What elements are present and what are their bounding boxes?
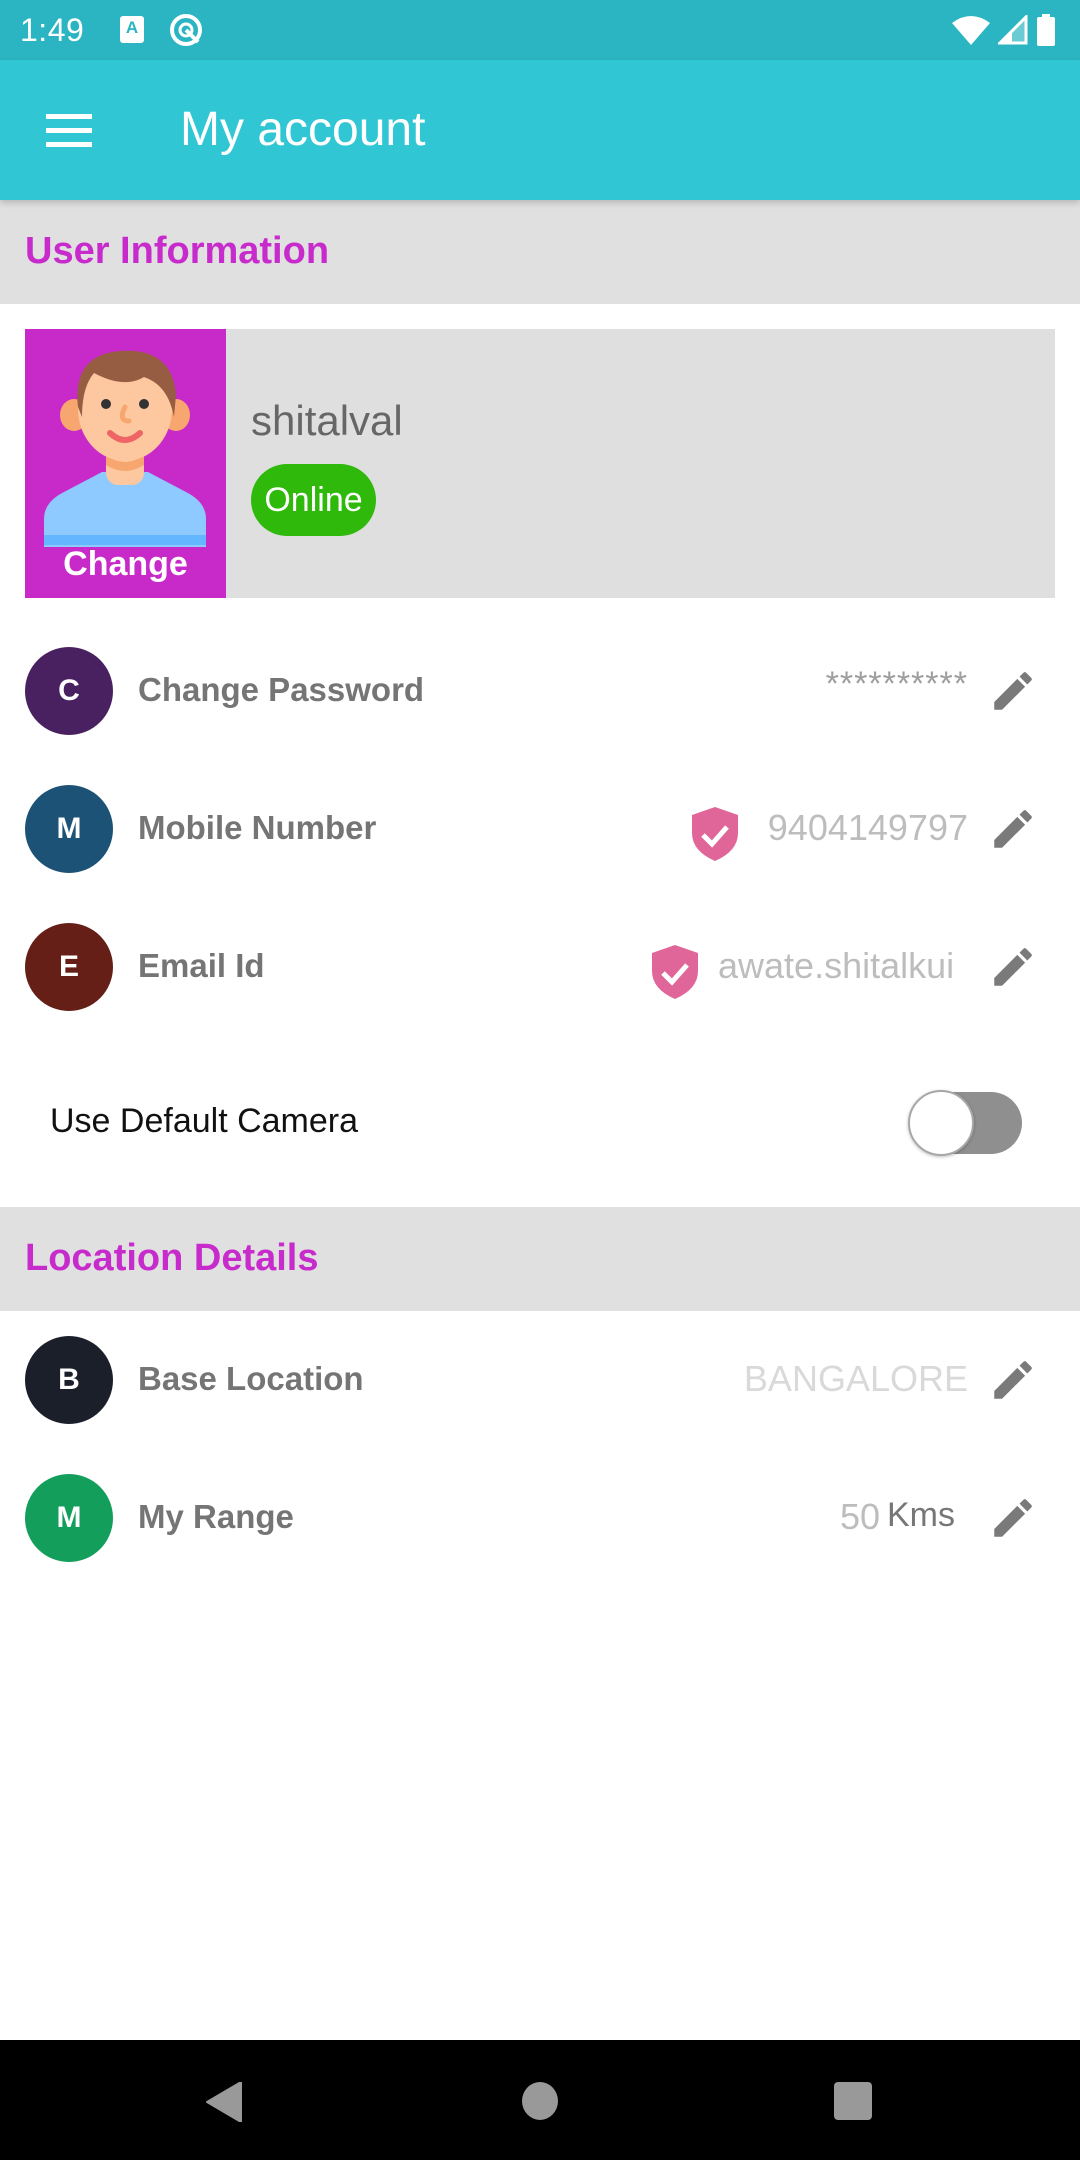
row-label: Base Location <box>138 1360 364 1397</box>
mobile-number-row[interactable]: M Mobile Number 9404149797 <box>0 779 1080 879</box>
status-right-icons <box>952 12 1056 48</box>
back-icon[interactable] <box>205 2082 243 2122</box>
profile-card: Change shitalval Online <box>25 329 1055 598</box>
initial-avatar: E <box>25 923 113 1011</box>
accessibility-a-icon: A <box>120 16 144 43</box>
hamburger-menu-icon[interactable] <box>36 104 92 156</box>
status-time: 1:49 <box>20 12 85 48</box>
pencil-edit-icon[interactable] <box>988 1493 1038 1543</box>
wifi-icon <box>952 16 990 45</box>
section-title: Location Details <box>25 1237 319 1279</box>
row-label: Change Password <box>138 671 425 708</box>
default-camera-label: Use Default Camera <box>50 1102 359 1140</box>
default-camera-row: Use Default Camera <box>0 1080 1080 1170</box>
base-location-row[interactable]: B Base Location BANGALORE <box>0 1330 1080 1430</box>
row-label: My Range <box>138 1498 294 1535</box>
cell-signal-icon <box>998 15 1028 45</box>
initial-avatar: B <box>25 1336 113 1424</box>
q-logo-icon <box>170 14 202 46</box>
base-location-value: BANGALORE <box>743 1358 968 1399</box>
row-label: Mobile Number <box>138 809 377 846</box>
user-information-header: User Information <box>0 200 1080 304</box>
toggle-thumb <box>908 1090 974 1156</box>
status-bar: 1:49 A <box>0 0 1080 60</box>
pencil-edit-icon[interactable] <box>988 666 1038 716</box>
pencil-edit-icon[interactable] <box>988 1355 1038 1405</box>
section-title: User Information <box>25 230 330 272</box>
home-icon[interactable] <box>522 2082 558 2120</box>
location-details-header: Location Details <box>0 1207 1080 1311</box>
username: shitalval <box>251 397 403 444</box>
email-value: awate.shitalkui <box>718 945 955 986</box>
initial-avatar: M <box>25 1474 113 1562</box>
verified-shield-icon <box>652 945 698 999</box>
initial-avatar: C <box>25 647 113 735</box>
pencil-edit-icon[interactable] <box>988 942 1038 992</box>
status-badge: Online <box>251 464 376 536</box>
default-camera-toggle[interactable] <box>906 1090 1024 1156</box>
range-unit: Kms <box>887 1496 955 1534</box>
page-title: My account <box>180 103 426 156</box>
system-nav-bar <box>0 2040 1080 2160</box>
app-bar: My account <box>0 60 1080 200</box>
recents-icon[interactable] <box>834 2082 872 2120</box>
password-value: ********** <box>825 665 968 703</box>
mobile-number-value: 9404149797 <box>767 807 968 848</box>
change-password-row[interactable]: C Change Password ********** <box>0 641 1080 741</box>
avatar-icon <box>44 350 206 547</box>
pencil-edit-icon[interactable] <box>988 804 1038 854</box>
verified-shield-icon <box>692 807 738 861</box>
my-range-row[interactable]: M My Range 50 Kms <box>0 1468 1080 1568</box>
row-label: Email Id <box>138 947 265 984</box>
change-avatar-button[interactable]: Change <box>25 329 226 598</box>
email-id-row[interactable]: E Email Id awate.shitalkui <box>0 917 1080 1017</box>
range-value: 50 <box>839 1496 880 1537</box>
change-avatar-label: Change <box>63 545 188 583</box>
battery-icon <box>1037 14 1055 46</box>
initial-avatar: M <box>25 785 113 873</box>
